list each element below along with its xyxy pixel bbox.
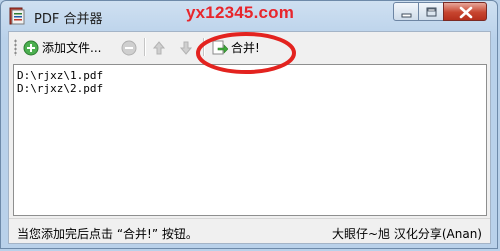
toolbar-grip[interactable] bbox=[14, 39, 17, 56]
move-up-button[interactable] bbox=[152, 37, 166, 58]
remove-button[interactable] bbox=[121, 37, 137, 58]
window-title: PDF 合并器 bbox=[34, 12, 103, 27]
remove-icon bbox=[121, 40, 137, 55]
close-icon bbox=[459, 6, 473, 19]
list-item[interactable]: D:\rjxz\2.pdf bbox=[17, 82, 486, 95]
status-hint: 当您添加完后点击 “合并!” 按钮。 bbox=[17, 227, 198, 241]
add-files-button[interactable]: 添加文件... bbox=[23, 37, 101, 58]
file-list[interactable]: D:\rjxz\1.pdf D:\rjxz\2.pdf bbox=[13, 64, 487, 216]
title-bar[interactable]: PDF 合并器 yx12345.com bbox=[1, 1, 497, 31]
watermark: yx12345.com bbox=[186, 3, 295, 22]
close-button[interactable] bbox=[443, 2, 487, 21]
annotation-circle bbox=[196, 32, 296, 74]
minimize-button[interactable] bbox=[393, 2, 419, 21]
maximize-icon bbox=[426, 7, 437, 17]
status-bar: 当您添加完后点击 “合并!” 按钮。 大眼仔~旭 汉化分享(Anan) bbox=[9, 218, 490, 245]
add-icon bbox=[23, 40, 39, 55]
add-files-label: 添加文件... bbox=[42, 41, 102, 55]
move-down-button[interactable] bbox=[179, 37, 193, 58]
arrow-up-icon bbox=[152, 40, 166, 54]
maximize-button[interactable] bbox=[418, 2, 444, 21]
app-icon bbox=[9, 7, 25, 25]
status-credit: 大眼仔~旭 汉化分享(Anan) bbox=[331, 227, 482, 241]
toolbar-separator bbox=[144, 38, 146, 56]
arrow-down-icon bbox=[179, 41, 193, 55]
minimize-icon bbox=[401, 13, 412, 18]
